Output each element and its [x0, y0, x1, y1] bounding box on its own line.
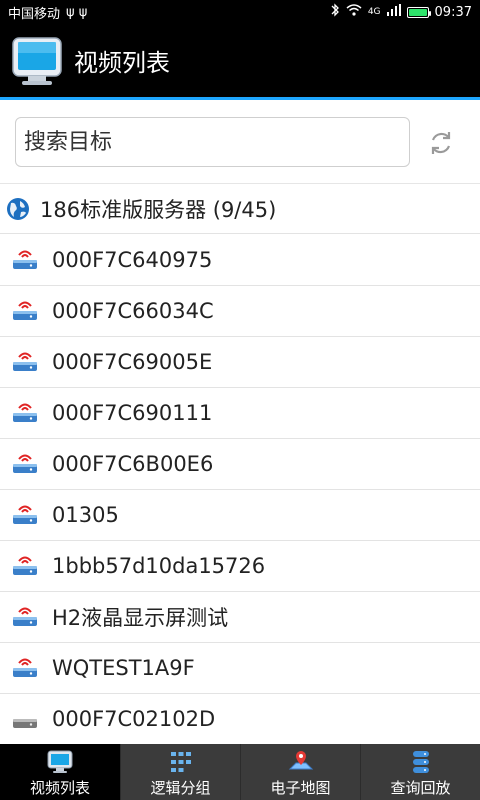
tab-map[interactable]: 电子地图 [240, 744, 360, 800]
monitor-icon [47, 750, 73, 773]
network-type: 4G [367, 7, 381, 17]
map-icon [288, 751, 313, 770]
search-area [0, 100, 480, 184]
device-label: 000F7C69005E [52, 350, 213, 374]
tab-label: 电子地图 [270, 779, 331, 797]
status-bar: 中国移动 ψ ψ 4G 09:37 [0, 0, 480, 24]
device-item[interactable]: 000F7C6B00E6 [0, 439, 480, 490]
device-online-icon [13, 607, 37, 626]
device-item[interactable]: 1bbb57d10da15726 [0, 541, 480, 592]
search-input[interactable] [15, 117, 410, 167]
device-offline-icon [13, 719, 37, 728]
device-label: 1bbb57d10da15726 [52, 554, 266, 578]
tab-logic-group[interactable]: 逻辑分组 [120, 744, 240, 800]
app-header: 视频列表 [0, 24, 480, 100]
tab-label: 逻辑分组 [150, 779, 211, 797]
device-online-icon [13, 250, 37, 269]
device-item[interactable]: 000F7C640975 [0, 235, 480, 286]
device-label: 01305 [52, 503, 119, 527]
device-label: 000F7C640975 [52, 248, 213, 272]
tab-label: 视频列表 [29, 779, 90, 797]
device-online-icon [13, 352, 37, 371]
globe-icon [7, 197, 29, 220]
device-online-icon [13, 505, 37, 524]
device-label: H2液晶显示屏测试 [52, 606, 229, 630]
app-monitor-icon [12, 36, 62, 85]
device-online-icon [13, 403, 37, 422]
server-label: 186标准版服务器 (9/45) [40, 197, 277, 222]
bluetooth-icon [330, 3, 340, 21]
device-label: 000F7C690111 [52, 401, 213, 425]
wifi-icon [346, 4, 362, 20]
carrier-label: 中国移动 [8, 6, 61, 22]
device-label: WQTEST1A9F [52, 656, 195, 680]
device-item[interactable]: 01305 [0, 490, 480, 541]
bottom-tab-bar: 视频列表 逻辑分组 电子地图 查询回放 [0, 744, 480, 800]
tab-label: 查询回放 [390, 779, 451, 797]
device-item[interactable]: H2液晶显示屏测试 [0, 592, 480, 643]
group-icon [170, 752, 191, 772]
tab-video-list[interactable]: 视频列表 [0, 744, 120, 800]
device-item[interactable]: 000F7C66034C [0, 286, 480, 337]
app-root: 中国移动 ψ ψ 4G 09:37 视频列表 搜索目标 186标准版服务器 (9… [0, 0, 480, 800]
page-title: 视频列表 [74, 49, 170, 77]
device-online-icon [13, 301, 37, 320]
device-label: 000F7C6B00E6 [52, 452, 214, 476]
device-item[interactable]: 000F7C02102D [0, 694, 480, 744]
battery-icon [406, 6, 431, 18]
battery-fill [408, 8, 427, 16]
usb-icon: ψ ψ [66, 4, 88, 20]
database-icon [412, 751, 429, 773]
server-group-row[interactable]: 186标准版服务器 (9/45) [0, 184, 480, 234]
device-label: 000F7C02102D [52, 707, 216, 731]
device-online-icon [13, 454, 37, 473]
device-list: 000F7C640975 000F7C66034C 000F7C69005E 0… [0, 235, 480, 744]
signal-icon [386, 4, 401, 20]
device-label: 000F7C66034C [52, 299, 214, 323]
clock: 09:37 [434, 4, 472, 20]
device-item[interactable]: WQTEST1A9F [0, 643, 480, 694]
refresh-icon[interactable] [426, 128, 456, 158]
device-item[interactable]: 000F7C690111 [0, 388, 480, 439]
tab-playback[interactable]: 查询回放 [360, 744, 480, 800]
device-item[interactable]: 000F7C69005E [0, 337, 480, 388]
device-online-icon [13, 658, 37, 677]
device-online-icon [13, 556, 37, 575]
